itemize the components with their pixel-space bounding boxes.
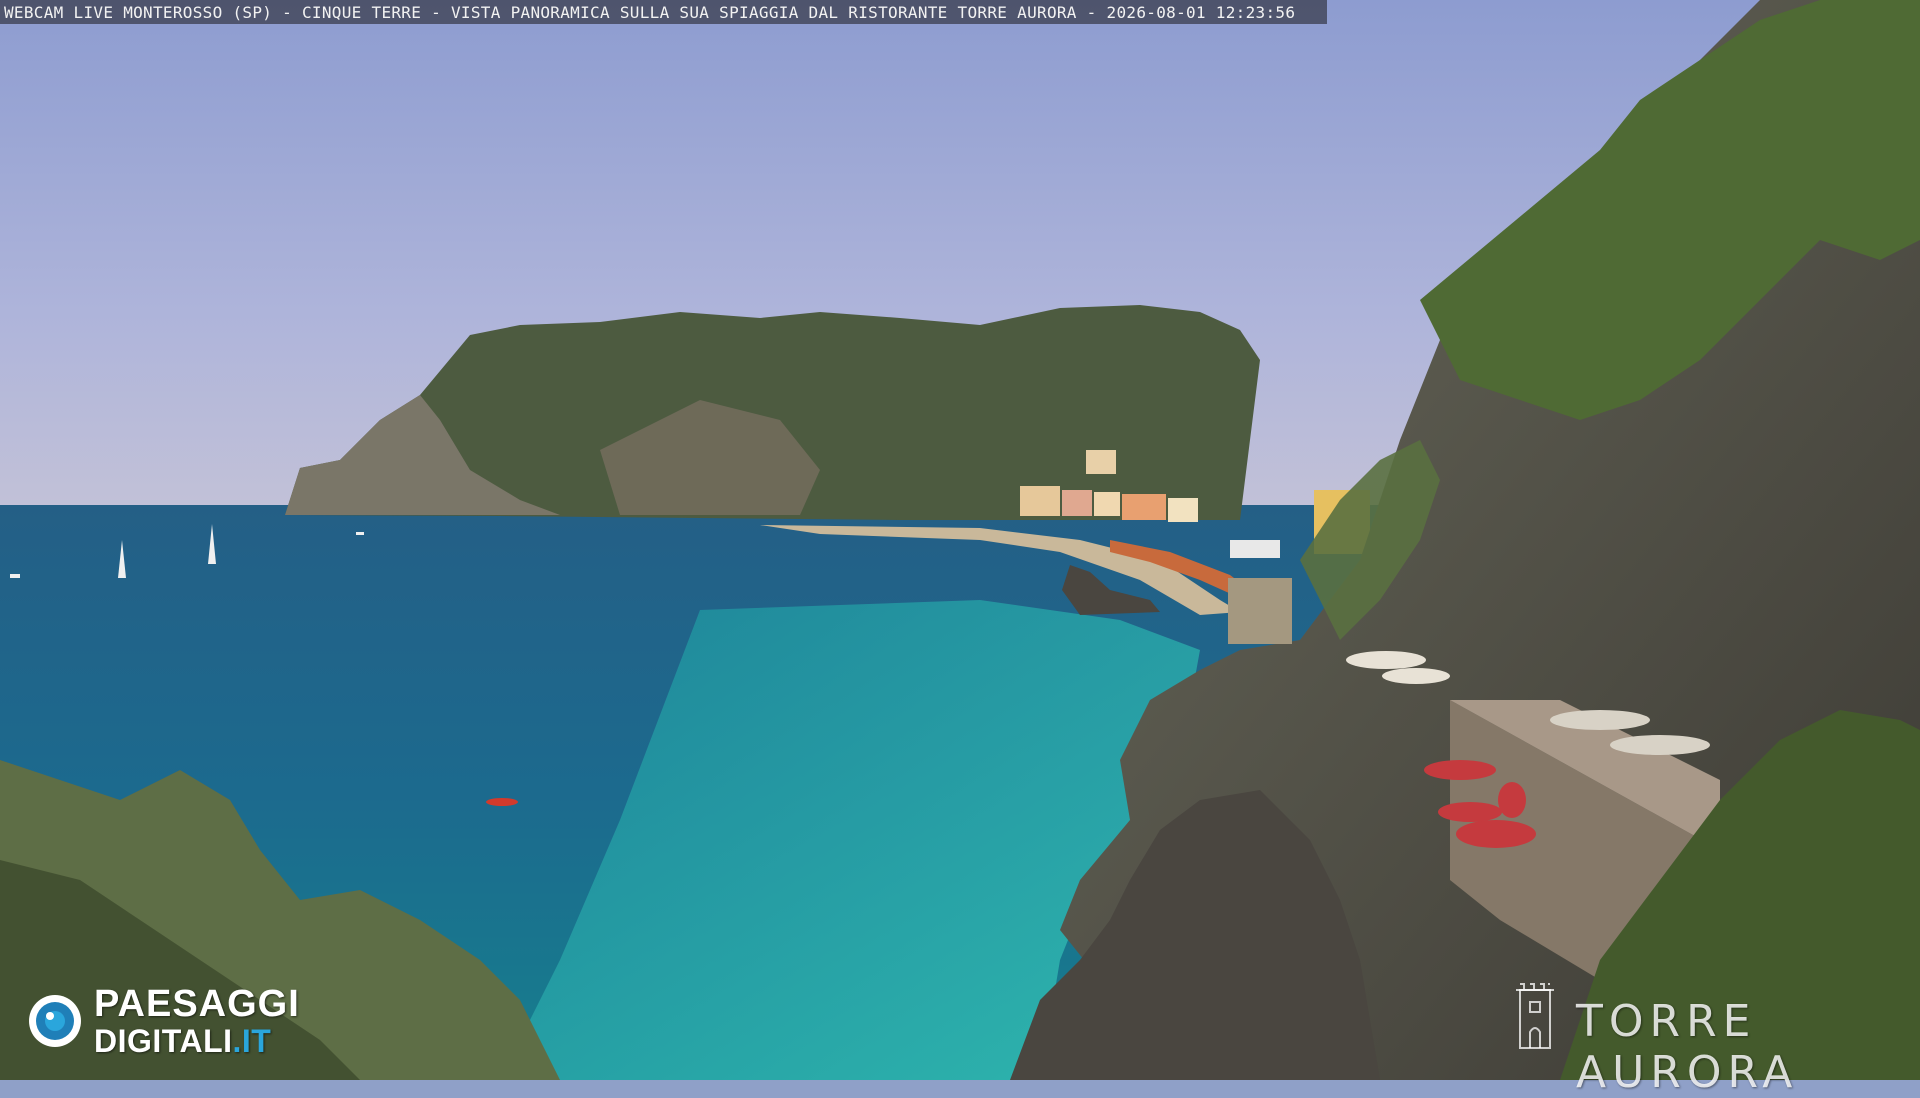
webcam-scene — [0, 0, 1920, 1080]
logo-text-paesaggi: PAESAGGI — [94, 983, 300, 1025]
camera-lens-icon — [29, 995, 81, 1047]
kayak — [486, 798, 518, 806]
torre-aurora-tower-icon — [1516, 983, 1554, 1049]
webcam-caption-bar: WEBCAM LIVE MONTEROSSO (SP) - CINQUE TER… — [0, 0, 1327, 24]
logo-text-it: .IT — [232, 1023, 272, 1059]
logo-text-digitali: DIGITALI — [94, 1023, 233, 1059]
stone-tower — [1228, 578, 1292, 644]
webcam-caption: WEBCAM LIVE MONTEROSSO (SP) - CINQUE TER… — [4, 2, 1296, 22]
paesaggi-digitali-logo: PAESAGGI DIGITALI.IT — [26, 985, 300, 1057]
torre-aurora-watermark: TORRE AURORA — [1576, 996, 1799, 1098]
